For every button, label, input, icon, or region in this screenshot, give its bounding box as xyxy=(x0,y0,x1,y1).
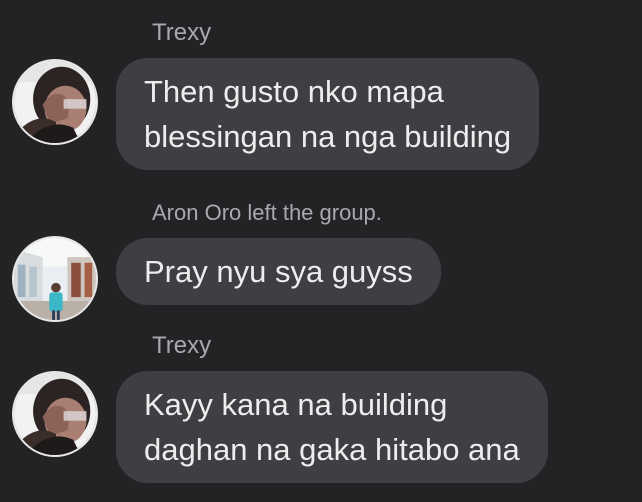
person-photo-avatar-icon xyxy=(14,61,96,143)
sender-name: Trexy xyxy=(152,19,212,46)
sender-name: Trexy xyxy=(152,332,212,359)
system-notice: Aron Oro left the group. xyxy=(152,200,382,225)
trexy-avatar[interactable] xyxy=(12,371,98,457)
message-bubble[interactable]: Kayy kana na building daghan na gaka hit… xyxy=(116,371,548,483)
member-avatar[interactable] xyxy=(12,236,98,322)
message-bubble[interactable]: Pray nyu sya guyss xyxy=(116,238,441,305)
message-bubble[interactable]: Then gusto nko mapa blessingan na nga bu… xyxy=(116,58,540,170)
trexy-avatar[interactable] xyxy=(12,59,98,145)
person-photo-avatar-building-icon xyxy=(14,238,96,320)
person-photo-avatar-icon xyxy=(14,373,96,455)
message-text: daghan na gaka hitabo ana xyxy=(144,432,520,467)
message-text: blessingan na nga building xyxy=(144,119,512,154)
message-text: Then gusto nko mapa xyxy=(144,74,444,109)
message-text: Kayy kana na building xyxy=(144,387,448,422)
message-text: Pray nyu sya guyss xyxy=(144,254,413,289)
